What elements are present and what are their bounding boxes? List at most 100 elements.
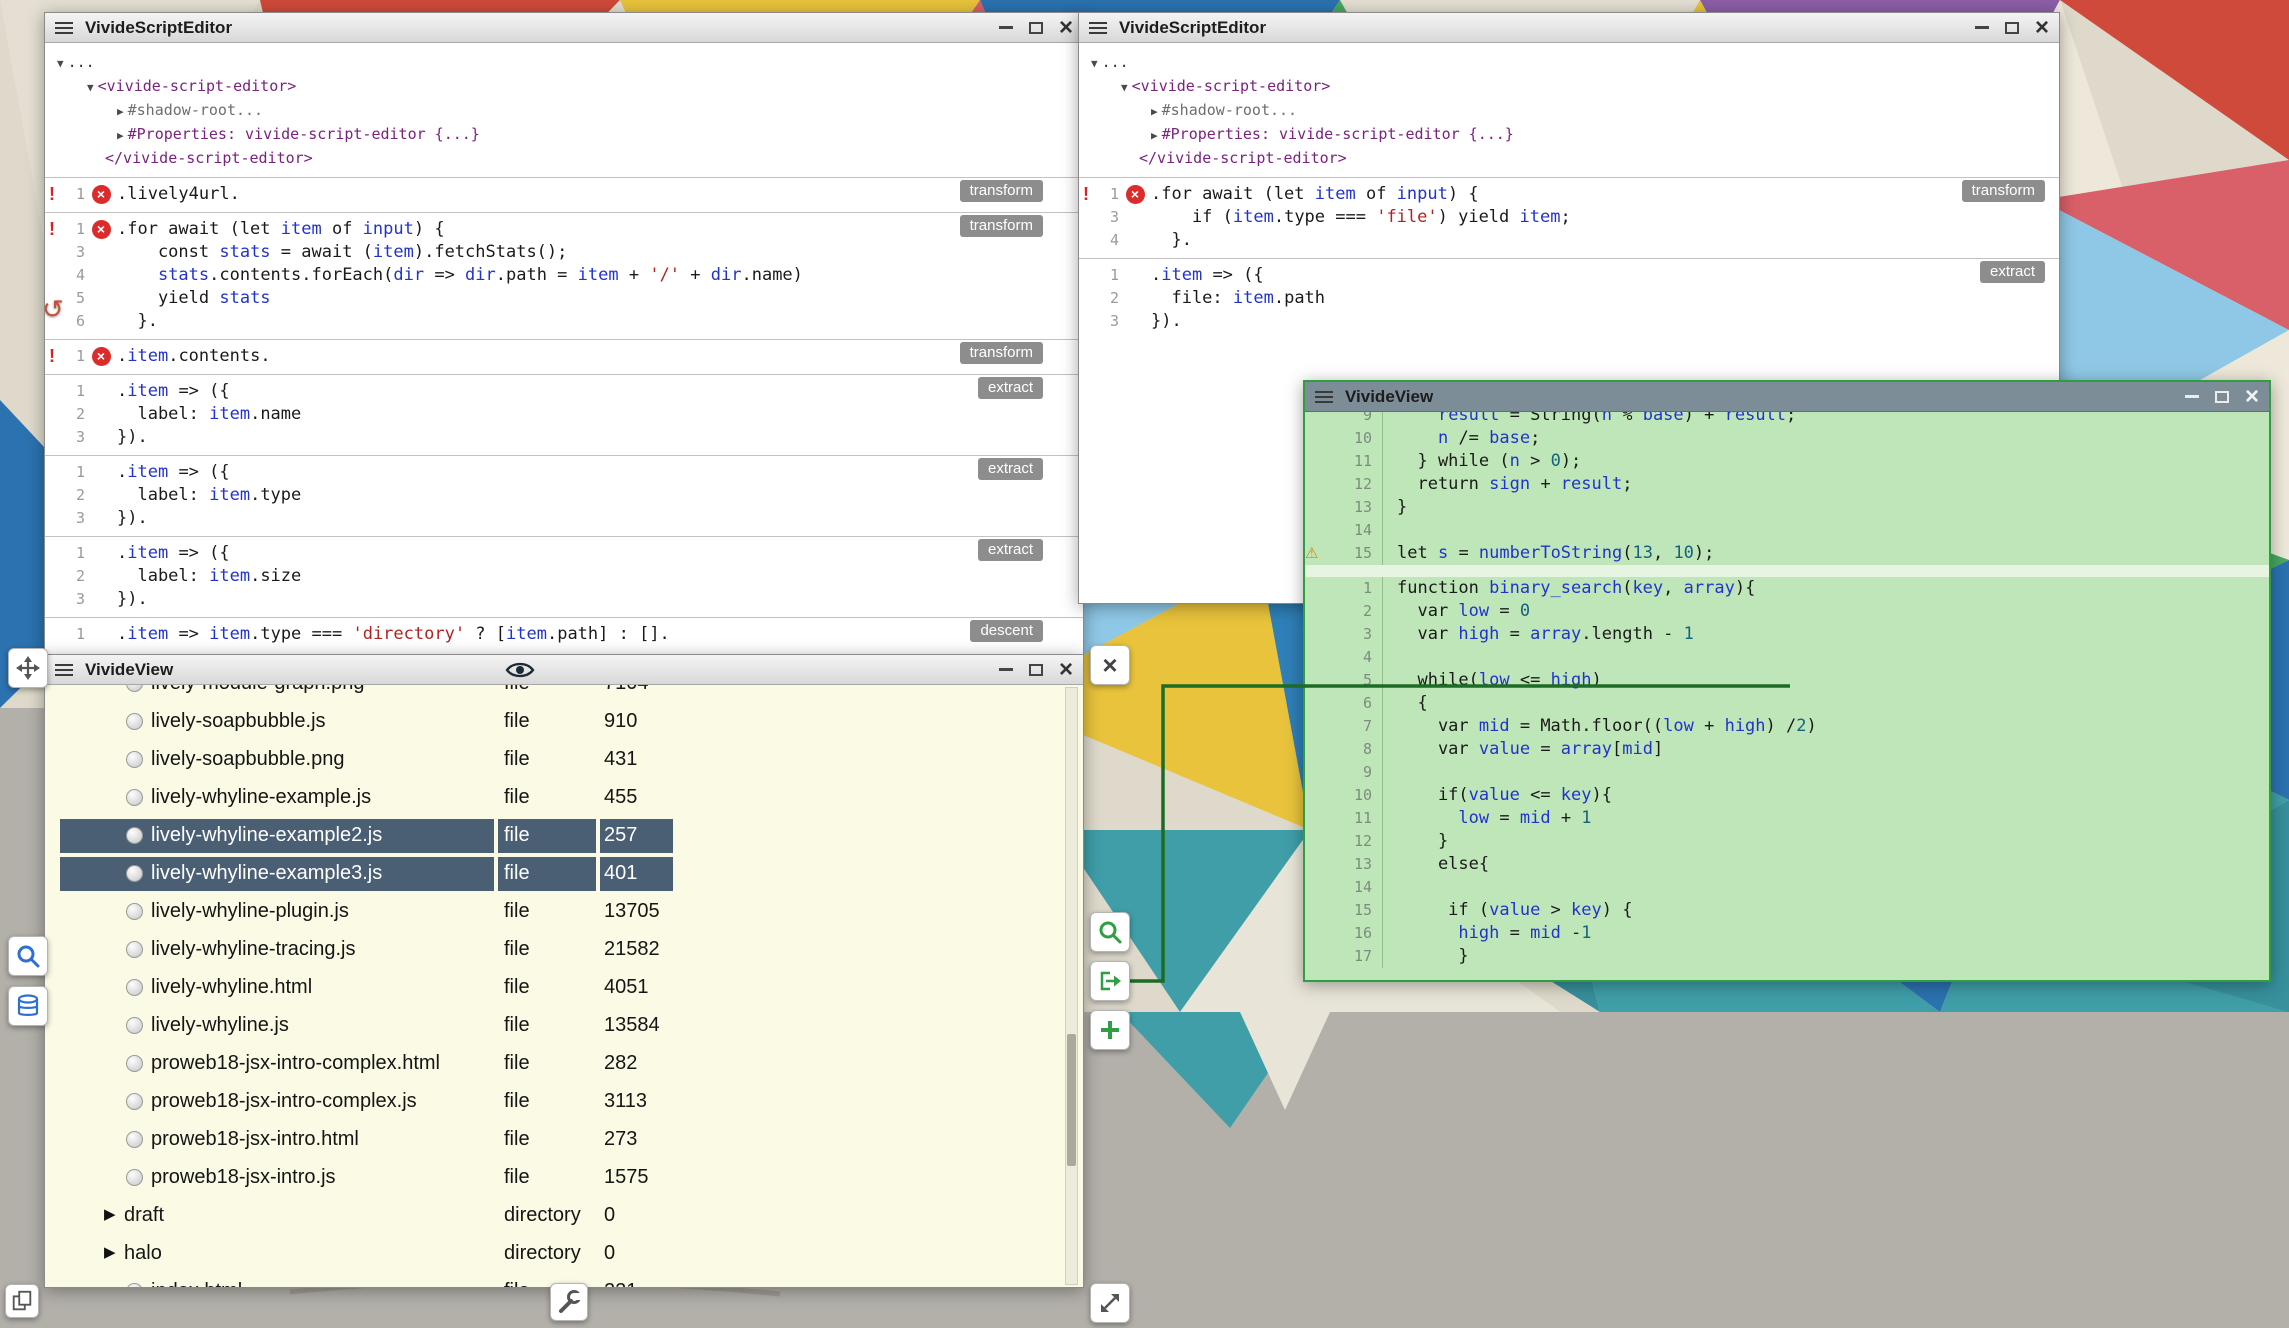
scrollbar-thumb[interactable] (1067, 1034, 1076, 1166)
code-text[interactable]: let s = numberToString(13, 10); (1383, 542, 1714, 565)
code-text[interactable]: }. (117, 310, 158, 333)
error-badge-icon[interactable]: × (92, 185, 111, 204)
code-line[interactable]: 2 file: item.path (1079, 287, 2059, 310)
file-row[interactable]: lively-whyline-tracing.jsfile21582 (45, 931, 1083, 969)
file-row[interactable]: lively-whyline.jsfile13584 (45, 1007, 1083, 1045)
scrollbar-track[interactable] (1065, 687, 1078, 1285)
code-text[interactable]: }). (117, 588, 148, 611)
resize-halo-button[interactable] (1090, 1283, 1130, 1323)
code-line[interactable]: 1.item => ({ (1079, 264, 2059, 287)
code-line[interactable]: 3 const stats = await (item).fetchStats(… (45, 241, 1083, 264)
code-text[interactable]: } (1383, 496, 1407, 519)
code-text[interactable]: const stats = await (item).fetchStats(); (117, 241, 567, 264)
code-text[interactable]: var low = 0 (1383, 600, 1530, 623)
code-line[interactable]: 6 }. (45, 310, 1083, 333)
dom-tree-row[interactable]: ▼<vivide-script-editor> (1079, 75, 2059, 99)
dom-tree-row[interactable]: ▶#shadow-root... (1079, 99, 2059, 123)
titlebar[interactable]: VivideScriptEditor × (1079, 13, 2059, 43)
code-text[interactable]: yield stats (117, 287, 271, 310)
code-text[interactable]: }. (1151, 229, 1192, 252)
search-halo-button[interactable] (8, 936, 48, 976)
code-text[interactable]: return sign + result; (1383, 473, 1632, 496)
code-line[interactable]: ⚠15let s = numberToString(13, 10); (1305, 542, 2269, 565)
dom-tree-row[interactable]: ▶#Properties: vivide-script-editor {...} (1079, 123, 2059, 147)
code-text[interactable]: .item.contents. (117, 345, 271, 368)
code-text[interactable]: while(low <= high) (1383, 669, 1602, 692)
minimize-button[interactable] (999, 668, 1013, 671)
chevron-expanded-icon[interactable]: ▼ (87, 81, 94, 94)
menu-icon[interactable] (55, 664, 73, 676)
code-line[interactable]: 14 (1305, 519, 2269, 542)
code-text[interactable]: label: item.size (117, 565, 301, 588)
file-row[interactable]: lively-soapbubble.pngfile431 (45, 741, 1083, 779)
code-text[interactable]: result = String(n % base) + result; (1383, 412, 1796, 427)
code-line[interactable]: 2 var low = 0 (1305, 600, 2269, 623)
code-text[interactable]: n /= base; (1383, 427, 1540, 450)
code-text[interactable]: low = mid + 1 (1383, 807, 1592, 830)
code-line[interactable]: 5 yield stats (45, 287, 1083, 310)
code-line[interactable]: 10 if(value <= key){ (1305, 784, 2269, 807)
file-row[interactable]: proweb18-jsx-intro.jsfile1575 (45, 1159, 1083, 1197)
chevron-collapsed-icon[interactable]: ▶ (117, 129, 124, 142)
titlebar[interactable]: VivideScriptEditor × (45, 13, 1083, 43)
dom-tree-row[interactable]: </vivide-script-editor> (45, 147, 1083, 169)
code-line[interactable]: 9 (1305, 761, 2269, 784)
reset-icon[interactable]: ↺ (45, 294, 64, 325)
dom-tree-row[interactable]: </vivide-script-editor> (1079, 147, 2059, 169)
code-text[interactable]: .lively4url. (117, 183, 240, 206)
code-line[interactable]: 13} (1305, 496, 2269, 519)
code-line[interactable]: 6 { (1305, 692, 2269, 715)
code-line[interactable]: 2 label: item.type (45, 484, 1083, 507)
dom-tree-row[interactable]: ▼... (1079, 51, 2059, 75)
minimize-button[interactable] (999, 26, 1013, 29)
expand-triangle-icon[interactable]: ▶ (104, 1205, 116, 1223)
titlebar[interactable]: VivideView × (45, 655, 1083, 685)
file-row[interactable]: lively-whyline-example.jsfile455 (45, 779, 1083, 817)
code-text[interactable]: var mid = Math.floor((low + high) /2) (1383, 715, 1817, 738)
move-halo-button[interactable] (8, 648, 48, 688)
minimize-button[interactable] (2185, 395, 2199, 398)
code-line[interactable]: 11 low = mid + 1 (1305, 807, 2269, 830)
chevron-collapsed-icon[interactable]: ▶ (1151, 129, 1158, 142)
code-text[interactable]: function binary_search(key, array){ (1383, 577, 1755, 600)
code-text[interactable]: label: item.name (117, 403, 301, 426)
dom-tree-row[interactable]: ▶#Properties: vivide-script-editor {...} (45, 123, 1083, 147)
code-text[interactable]: label: item.type (117, 484, 301, 507)
chevron-expanded-icon[interactable]: ▼ (1121, 81, 1128, 94)
code-line[interactable]: 1.item => ({ (45, 380, 1083, 403)
code-text[interactable]: } (1383, 830, 1448, 853)
code-text[interactable]: else{ (1383, 853, 1489, 876)
code-text[interactable] (1383, 761, 1397, 784)
code-text[interactable]: }). (1151, 310, 1182, 333)
code-line[interactable]: 3 var high = array.length - 1 (1305, 623, 2269, 646)
file-row[interactable]: proweb18-jsx-intro-complex.htmlfile282 (45, 1045, 1083, 1083)
code-line[interactable]: 3}). (1079, 310, 2059, 333)
code-text[interactable]: .for await (let item of input) { (117, 218, 445, 241)
file-row[interactable]: ▶draftdirectory0 (45, 1197, 1083, 1235)
code-line[interactable]: 5 while(low <= high) (1305, 669, 2269, 692)
menu-icon[interactable] (1089, 22, 1107, 34)
code-text[interactable]: high = mid -1 (1383, 922, 1592, 945)
code-text[interactable]: var value = array[mid] (1383, 738, 1663, 761)
search-view-halo-button[interactable] (1090, 912, 1130, 952)
code-text[interactable]: .item => ({ (117, 542, 230, 565)
code-line[interactable]: 4 (1305, 646, 2269, 669)
code-text[interactable] (1383, 646, 1397, 669)
maximize-button[interactable] (2215, 391, 2229, 403)
code-line[interactable]: !1×.for await (let item of input) { (45, 218, 1083, 241)
code-line[interactable]: 1.item => ({ (45, 542, 1083, 565)
code-text[interactable]: if(value <= key){ (1383, 784, 1612, 807)
wrench-halo-button[interactable] (550, 1283, 588, 1321)
error-badge-icon[interactable]: × (92, 347, 111, 366)
file-row[interactable]: lively-whyline-example3.jsfile401 (45, 855, 1083, 893)
code-text[interactable] (1383, 519, 1397, 542)
code-line[interactable]: 11 } while (n > 0); (1305, 450, 2269, 473)
chevron-expanded-icon[interactable]: ▼ (1091, 57, 1098, 70)
code-text[interactable]: { (1383, 692, 1428, 715)
close-halo-button[interactable]: × (1090, 645, 1130, 685)
code-text[interactable]: if (item.type === 'file') yield item; (1151, 206, 1571, 229)
expand-triangle-icon[interactable]: ▶ (104, 1243, 116, 1261)
code-line[interactable]: 13 else{ (1305, 853, 2269, 876)
dom-tree-row[interactable]: ▶#shadow-root... (45, 99, 1083, 123)
code-line[interactable]: 9 result = String(n % base) + result; (1305, 412, 2269, 427)
